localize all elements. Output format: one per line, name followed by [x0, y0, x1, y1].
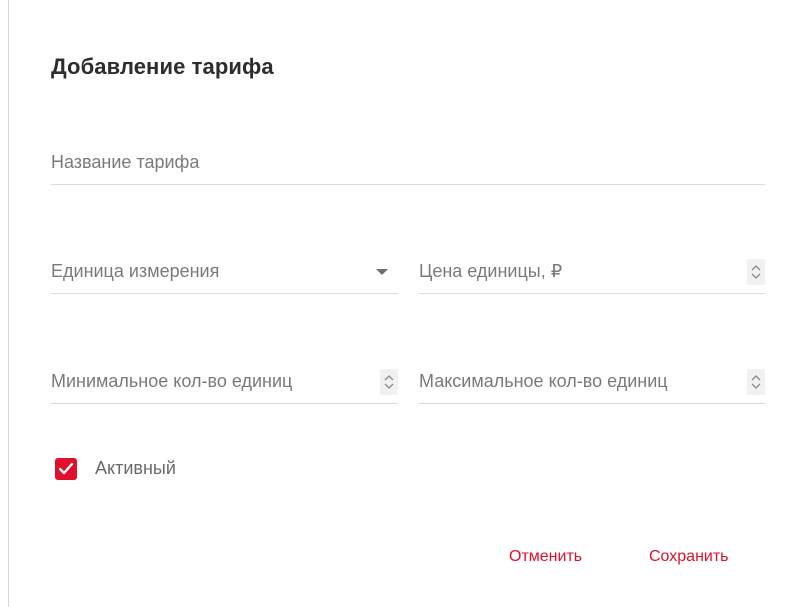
max-units-field[interactable]: Максимальное кол-во единиц [419, 367, 765, 404]
max-units-placeholder: Максимальное кол-во единиц [419, 371, 668, 391]
unit-price-spinner-icon[interactable] [747, 259, 765, 285]
unit-price-placeholder: Цена единицы, ₽ [419, 261, 563, 281]
dialog-title: Добавление тарифа [51, 54, 274, 79]
dropdown-arrow-icon[interactable] [376, 269, 388, 275]
spinner-arrows-icon [751, 265, 761, 279]
spinner-arrows-icon [384, 375, 394, 389]
active-checkbox-label: Активный [95, 458, 176, 478]
save-button[interactable]: Сохранить [649, 548, 729, 566]
add-tariff-dialog: Добавление тарифа Название тарифа Единиц… [8, 0, 800, 607]
check-icon [58, 462, 74, 475]
min-units-placeholder: Минимальное кол-во единиц [51, 371, 293, 391]
max-units-spinner-icon[interactable] [747, 369, 765, 395]
min-units-field[interactable]: Минимальное кол-во единиц [51, 367, 398, 404]
unit-select[interactable]: Единица измерения [51, 257, 398, 294]
active-checkbox[interactable] [55, 458, 77, 480]
unit-price-field[interactable]: Цена единицы, ₽ [419, 257, 765, 294]
unit-placeholder: Единица измерения [51, 261, 220, 281]
spinner-arrows-icon [751, 375, 761, 389]
min-units-spinner-icon[interactable] [380, 369, 398, 395]
cancel-button[interactable]: Отменить [509, 548, 582, 566]
tariff-name-placeholder: Название тарифа [51, 152, 200, 172]
tariff-name-field[interactable]: Название тарифа [51, 148, 765, 185]
